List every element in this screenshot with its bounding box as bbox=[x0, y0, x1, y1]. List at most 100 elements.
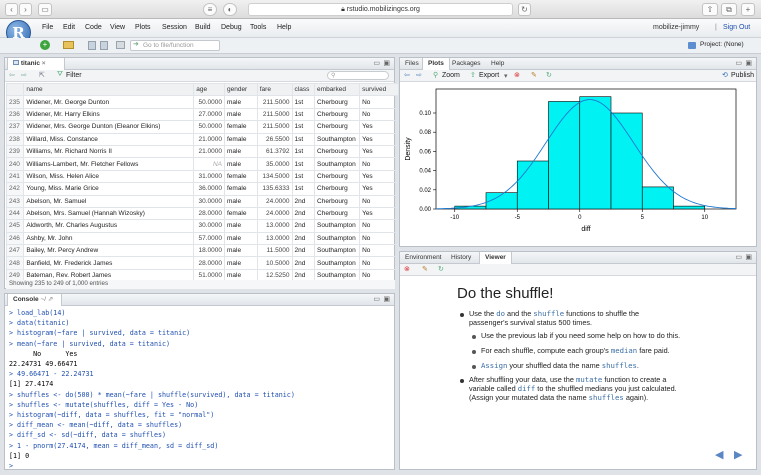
new-file-icon[interactable]: + bbox=[40, 40, 50, 50]
table-cell: 1st bbox=[291, 182, 316, 196]
lesson-sub-1: Use the previous lab if you need some he… bbox=[481, 331, 681, 340]
menu-tools[interactable]: Tools bbox=[250, 24, 266, 31]
privacy-icon[interactable]: ◐ bbox=[223, 3, 237, 16]
project-menu[interactable]: Project: (None) bbox=[700, 41, 744, 48]
tabs-icon[interactable]: ⧉ bbox=[721, 3, 737, 16]
table-row[interactable]: 242 Young, Miss. Marie Grice 36.0000 female… bbox=[5, 182, 399, 196]
minimize-icon[interactable]: ▭ bbox=[735, 59, 742, 67]
console-output[interactable]: > load_lab(14) > data(titanic) > histogram… bbox=[9, 308, 391, 471]
search-input[interactable]: ⚲ bbox=[327, 71, 389, 80]
export-button[interactable]: Export bbox=[479, 72, 499, 79]
menu-edit[interactable]: Edit bbox=[63, 24, 75, 31]
table-row[interactable]: 244 Abelson, Mrs. Samuel (Hannah Wizosky)… bbox=[5, 206, 399, 221]
refresh-icon[interactable]: ↻ bbox=[546, 71, 552, 79]
col-gender[interactable]: gender bbox=[223, 82, 258, 97]
popout-icon[interactable]: ⇱ bbox=[39, 71, 45, 79]
close-icon[interactable]: × bbox=[42, 60, 46, 67]
publish-icon[interactable]: ⟲ bbox=[722, 71, 728, 79]
open-folder-icon[interactable] bbox=[63, 41, 74, 49]
col-name[interactable]: name bbox=[23, 82, 195, 97]
tab-titanic[interactable]: titanic × bbox=[7, 58, 65, 70]
forward-arrow-icon[interactable]: ⇨ bbox=[21, 71, 27, 79]
filter-icon[interactable]: ⛛ bbox=[57, 71, 63, 79]
maximize-icon[interactable]: ▣ bbox=[745, 253, 752, 261]
clear-plots-icon[interactable]: ✎ bbox=[531, 71, 537, 79]
filter-button[interactable]: Filter bbox=[66, 72, 82, 79]
table-row[interactable]: 246 Ashby, Mr. John 57.0000 male 13.0000 2nd S… bbox=[5, 231, 399, 246]
x-tick-label: -5 bbox=[515, 215, 521, 221]
menu-plots[interactable]: Plots bbox=[135, 24, 151, 31]
minimize-icon[interactable]: ▭ bbox=[735, 253, 742, 261]
console-goto-icon[interactable]: ⇗ bbox=[48, 296, 53, 303]
sign-out-link[interactable]: Sign Out bbox=[723, 24, 750, 31]
goto-file-input[interactable]: Go to file/function bbox=[130, 40, 220, 51]
menu-file[interactable]: File bbox=[42, 24, 53, 31]
table-cell: 30.0000 bbox=[193, 219, 225, 233]
table-row[interactable]: 239 Williams, Mr. Richard Norris II 21.000… bbox=[5, 144, 399, 159]
reader-icon[interactable]: ≡ bbox=[203, 3, 217, 16]
next-slide-icon[interactable]: ▶ bbox=[734, 448, 742, 461]
tab-viewer[interactable]: Viewer bbox=[479, 252, 512, 264]
tab-console[interactable]: Console ~/ ⇗ bbox=[7, 294, 62, 306]
clear-viewer-icon[interactable]: ✎ bbox=[422, 265, 428, 273]
minimize-icon[interactable]: ▭ bbox=[373, 295, 380, 303]
tab-plots[interactable]: Plots bbox=[422, 58, 450, 70]
tab-files[interactable]: Files bbox=[400, 58, 424, 70]
new-tab-icon[interactable]: + bbox=[741, 3, 755, 16]
save-all-icon[interactable] bbox=[100, 41, 108, 50]
tab-packages[interactable]: Packages bbox=[447, 58, 486, 70]
reload-icon[interactable]: ↻ bbox=[518, 3, 531, 16]
table-cell: Widener, Mr. Harry Elkins bbox=[23, 107, 195, 122]
table-row[interactable]: 248 Banfield, Mr. Frederick James 28.0000 m… bbox=[5, 256, 399, 270]
tab-environment[interactable]: Environment bbox=[400, 252, 447, 264]
refresh-viewer-icon[interactable]: ↻ bbox=[438, 265, 444, 273]
tab-help[interactable]: Help bbox=[486, 58, 509, 70]
minimize-icon[interactable]: ▭ bbox=[373, 59, 380, 67]
table-row[interactable]: 237 Widener, Mrs. George Dunton (Eleanor … bbox=[5, 120, 399, 134]
back-arrow-icon[interactable]: ⇦ bbox=[9, 71, 15, 79]
publish-button[interactable]: Publish bbox=[731, 72, 754, 79]
menu-code[interactable]: Code bbox=[85, 24, 102, 31]
forward-button[interactable]: › bbox=[19, 3, 32, 16]
next-plot-icon[interactable]: ⇨ bbox=[416, 71, 422, 79]
tab-history[interactable]: History bbox=[446, 252, 476, 264]
col-class[interactable]: class bbox=[291, 82, 316, 97]
menu-session[interactable]: Session bbox=[162, 24, 187, 31]
table-row[interactable]: 235 Widener, Mr. George Dunton 50.0000 male… bbox=[5, 95, 399, 109]
menu-build[interactable]: Build bbox=[195, 24, 211, 31]
col-fare[interactable]: fare bbox=[256, 82, 293, 97]
x-tick-label: -10 bbox=[450, 215, 459, 221]
address-bar[interactable]: 🔒︎ rstudio.mobilizingcs.org bbox=[248, 3, 513, 16]
share-icon[interactable]: ⇧ bbox=[702, 3, 718, 16]
chevron-down-icon[interactable]: ▾ bbox=[504, 72, 508, 80]
sidebar-icon[interactable]: ▭ bbox=[38, 3, 52, 16]
export-icon[interactable]: ⇪ bbox=[470, 71, 476, 79]
menu-help[interactable]: Help bbox=[277, 24, 291, 31]
menu-view[interactable]: View bbox=[110, 24, 125, 31]
zoom-icon[interactable]: ⚲ bbox=[433, 71, 438, 79]
table-cell: 24.0000 bbox=[256, 194, 293, 208]
print-icon[interactable] bbox=[116, 41, 125, 49]
table-row[interactable]: 245 Aldworth, Mr. Charles Augustus 30.0000… bbox=[5, 219, 399, 233]
col-survived[interactable]: survived bbox=[359, 82, 399, 97]
zoom-button[interactable]: Zoom bbox=[442, 72, 460, 79]
col-age[interactable]: age bbox=[193, 82, 225, 97]
maximize-icon[interactable]: ▣ bbox=[383, 295, 390, 303]
table-row[interactable]: 247 Bailey, Mr. Percy Andrew 18.0000 male 11… bbox=[5, 244, 399, 258]
table-row[interactable]: 238 Willard, Miss. Constance 21.0000 female… bbox=[5, 132, 399, 146]
prev-plot-icon[interactable]: ⇦ bbox=[404, 71, 410, 79]
save-icon[interactable] bbox=[88, 41, 96, 50]
maximize-icon[interactable]: ▣ bbox=[745, 59, 752, 67]
table-row[interactable]: 240 Williams-Lambert, Mr. Fletcher Fellow… bbox=[5, 157, 399, 171]
table-row[interactable]: 243 Abelson, Mr. Samuel 30.0000 male 24.0000… bbox=[5, 194, 399, 208]
col-embarked[interactable]: embarked bbox=[314, 82, 361, 97]
text: Use the bbox=[469, 309, 497, 318]
table-row[interactable]: 236 Widener, Mr. Harry Elkins 27.0000 male 2… bbox=[5, 107, 399, 122]
maximize-icon[interactable]: ▣ bbox=[383, 59, 390, 67]
back-button[interactable]: ‹ bbox=[5, 3, 18, 16]
table-row[interactable]: 241 Wilson, Miss. Helen Alice 31.0000 femal… bbox=[5, 169, 399, 184]
menu-debug[interactable]: Debug bbox=[221, 24, 242, 31]
remove-plot-icon[interactable]: ⊗ bbox=[514, 71, 520, 79]
remove-viewer-icon[interactable]: ⊗ bbox=[404, 265, 410, 273]
prev-slide-icon[interactable]: ◀ bbox=[715, 448, 723, 461]
